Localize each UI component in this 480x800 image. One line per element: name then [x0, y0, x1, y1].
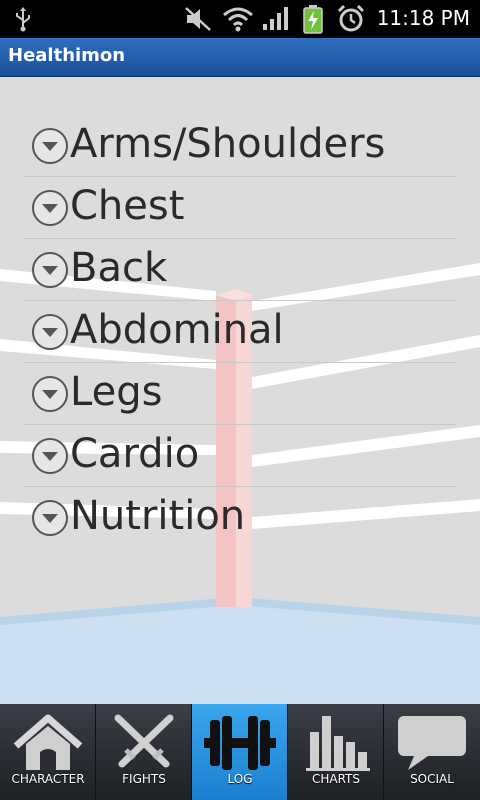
- tab-label: SOCIAL: [410, 772, 454, 786]
- crossed-swords-icon: [114, 714, 174, 768]
- chevron-down-icon: [32, 438, 68, 474]
- log-screen: Arms/Shoulders Chest Back Abdominal Legs…: [0, 77, 480, 704]
- wifi-icon: [223, 7, 253, 32]
- alarm-icon: [337, 4, 365, 32]
- signal-icon: [263, 7, 288, 30]
- tab-log[interactable]: LOG: [192, 704, 288, 800]
- list-item-arms-shoulders[interactable]: Arms/Shoulders: [24, 115, 456, 177]
- mute-icon: [185, 7, 211, 31]
- app-title-bar: Healthimon: [0, 38, 480, 77]
- list-item-label: Abdominal: [70, 307, 284, 353]
- list-item-label: Back: [70, 245, 168, 291]
- tab-label: FIGHTS: [122, 772, 166, 786]
- list-item-label: Legs: [70, 369, 163, 415]
- list-item-label: Arms/Shoulders: [70, 121, 386, 167]
- chevron-down-icon: [32, 252, 68, 288]
- dumbbell-icon: [204, 716, 276, 770]
- app-title: Healthimon: [8, 45, 126, 66]
- chevron-down-icon: [32, 500, 68, 536]
- bottom-nav: CHARACTER FIGHTS LOG CHARTS SOCIAL: [0, 704, 480, 800]
- list-item-label: Nutrition: [70, 493, 246, 539]
- tab-label: CHARTS: [311, 772, 361, 786]
- tab-social[interactable]: SOCIAL: [384, 704, 480, 800]
- list-item-cardio[interactable]: Cardio: [24, 425, 456, 487]
- battery-charging-icon: [303, 5, 323, 34]
- tab-label: LOG: [227, 772, 253, 786]
- chevron-down-icon: [32, 190, 68, 226]
- tab-fights[interactable]: FIGHTS: [96, 704, 192, 800]
- chevron-down-icon: [32, 314, 68, 350]
- tab-label: CHARACTER: [11, 772, 85, 786]
- tab-character[interactable]: CHARACTER: [0, 704, 96, 800]
- status-bar: 11:18 PM: [0, 0, 480, 38]
- speech-bubble-icon: [398, 716, 466, 770]
- chevron-down-icon: [32, 128, 68, 164]
- bar-chart-icon: [306, 716, 370, 771]
- list-item-nutrition[interactable]: Nutrition: [24, 487, 456, 548]
- list-item-chest[interactable]: Chest: [24, 177, 456, 239]
- usb-icon: [16, 7, 30, 32]
- list-item-back[interactable]: Back: [24, 239, 456, 301]
- list-item-label: Cardio: [70, 431, 200, 477]
- house-icon: [13, 714, 83, 770]
- tab-charts[interactable]: CHARTS: [288, 704, 384, 800]
- list-item-abdominal[interactable]: Abdominal: [24, 301, 456, 363]
- list-item-label: Chest: [70, 183, 185, 229]
- status-time: 11:18 PM: [376, 6, 470, 30]
- chevron-down-icon: [32, 376, 68, 412]
- log-category-list: Arms/Shoulders Chest Back Abdominal Legs…: [24, 115, 456, 548]
- list-item-legs[interactable]: Legs: [24, 363, 456, 425]
